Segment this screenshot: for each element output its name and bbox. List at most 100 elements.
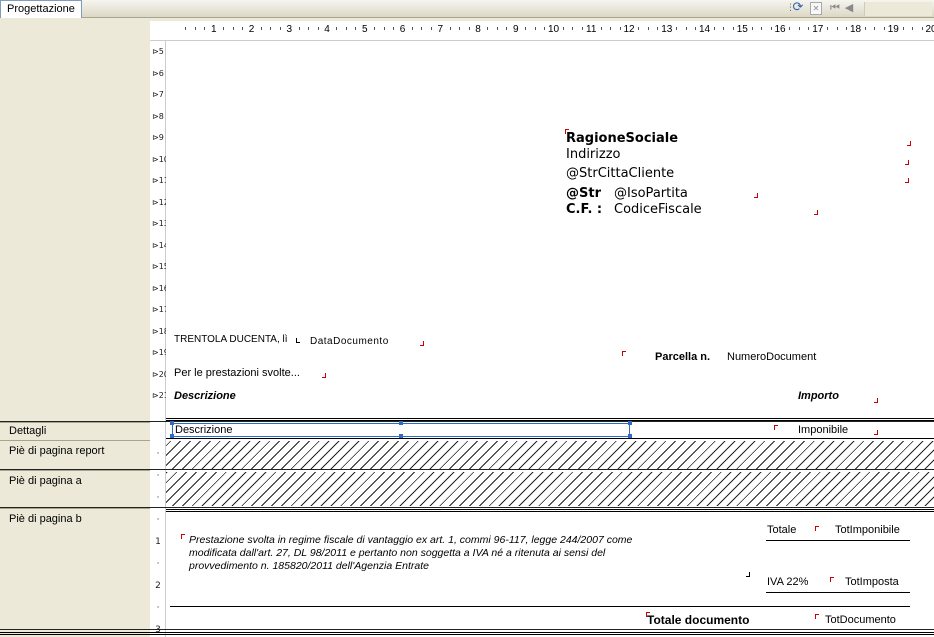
vruler-mark: · <box>156 559 160 569</box>
total-taxable-field[interactable]: TotImponibile <box>835 524 900 536</box>
vruler-mark: · <box>156 493 160 503</box>
ruler-tick <box>676 27 678 30</box>
band-separator <box>0 507 934 508</box>
total-label[interactable]: Totale <box>767 524 796 536</box>
vruler-mark: ⊳5 <box>152 47 164 56</box>
ruler-number: 14 <box>698 24 711 35</box>
vruler-mark: ⊳12 <box>152 197 169 207</box>
field-corner-marker <box>565 129 569 134</box>
field-corner-marker <box>420 341 424 346</box>
invoice-number-field[interactable]: NumeroDocument <box>727 351 816 363</box>
city-field[interactable]: @StrCittaCliente <box>566 166 674 181</box>
selection-handle[interactable] <box>170 421 174 425</box>
ruler-tick <box>496 27 498 30</box>
selection-handle[interactable] <box>399 421 403 425</box>
place-date-label[interactable]: TRENTOLA DUCENTA, lì <box>174 334 288 345</box>
ruler-tick <box>808 27 810 30</box>
description-column-header[interactable]: Descrizione <box>174 390 236 402</box>
vruler-mark: 2 <box>155 581 161 591</box>
vruler-mark: ⊳16 <box>152 283 169 293</box>
ruler-number: 13 <box>661 24 673 35</box>
document-total-label[interactable]: Totale documento <box>647 613 749 627</box>
vruler-mark: · <box>156 449 160 459</box>
field-corner-marker <box>322 373 326 378</box>
ruler-number: 3 <box>286 24 293 35</box>
ruler-number: 9 <box>512 24 519 35</box>
ruler-number: 18 <box>849 24 862 35</box>
field-corner-marker <box>815 614 819 619</box>
ruler-tick <box>713 27 715 30</box>
invoice-number-label[interactable]: Parcella n. <box>655 351 710 363</box>
vruler-mark: ⊳6 <box>152 68 164 78</box>
vruler-mark: ⊳13 <box>152 219 169 228</box>
vruler-mark: ⊳21 <box>152 391 169 400</box>
ruler-tick <box>647 27 649 30</box>
ruler-tick <box>789 27 791 30</box>
taxable-detail-field[interactable]: Imponibile <box>798 424 848 436</box>
field-corner-marker <box>754 193 758 198</box>
ruler-tick <box>610 27 612 30</box>
cf-field[interactable]: CodiceFiscale <box>614 202 702 217</box>
ruler-tick <box>421 27 423 30</box>
field-corner-marker <box>905 160 909 165</box>
ruler-tick <box>770 27 772 30</box>
ruler-tick <box>581 27 583 30</box>
vruler-mark: ⊳17 <box>152 305 169 314</box>
ruler-number: 17 <box>812 24 824 35</box>
ruler-tick <box>836 27 838 30</box>
section-divider <box>0 508 150 509</box>
vat-field[interactable]: @IsoPartita <box>614 186 688 201</box>
tax-regime-note-line1[interactable]: Prestazione svolta in regime fiscale di … <box>189 534 632 546</box>
ruler-tick <box>185 27 187 30</box>
section-footer-a-label[interactable]: Piè di pagina a <box>9 475 82 487</box>
vertical-ruler: ⊳5 ⊳6 ⊳7 ⊳8 ⊳9 ⊳10 ⊳11 ⊳12 ⊳13 ⊳14 ⊳15 ⊳16 ⊳17 ⊳18 ⊳19… <box>150 41 169 637</box>
ruler-tick <box>449 27 451 30</box>
company-name-field[interactable]: RagioneSociale <box>566 131 678 146</box>
selection-handle[interactable] <box>628 421 632 425</box>
close-document-icon[interactable]: ✕ <box>810 2 822 15</box>
ruler-tick <box>393 27 395 30</box>
ruler-tick <box>308 27 310 30</box>
address-field[interactable]: Indirizzo <box>566 147 621 162</box>
refresh-icon[interactable]: ⟳ <box>791 1 805 15</box>
ruler-tick <box>223 27 225 30</box>
vat-rate-label[interactable]: IVA 22% <box>767 576 808 588</box>
field-corner-marker <box>907 141 911 146</box>
toolbar-empty-area <box>864 2 932 16</box>
ruler-tick <box>827 27 829 30</box>
ruler-tick <box>685 27 687 30</box>
ruler-tick <box>194 27 196 30</box>
ruler-tick <box>751 27 753 30</box>
section-report-footer-label[interactable]: Piè di pagina report <box>9 445 104 457</box>
ruler-tick <box>534 27 536 30</box>
date-field[interactable]: DataDocumento <box>310 336 389 347</box>
tab-design[interactable]: Progettazione <box>0 0 82 18</box>
document-total-field[interactable]: TotDocumento <box>825 614 896 626</box>
ruler-tick <box>761 27 763 30</box>
ruler-tick <box>506 27 508 30</box>
ruler-number: 5 <box>361 24 368 35</box>
tax-regime-note-line2[interactable]: modificata dall'art. 27, DL 98/2011 e pe… <box>189 547 605 559</box>
vruler-mark: ⊳19 <box>152 348 169 357</box>
field-corner-marker <box>622 351 626 356</box>
tax-regime-note-line3[interactable]: provvedimento n. 185820/2011 dell'Agenzi… <box>189 560 429 572</box>
vat-underline <box>766 592 910 593</box>
ruler-tick <box>232 27 234 30</box>
amount-column-header[interactable]: Importo <box>798 390 839 402</box>
section-footer-b-label[interactable]: Piè di pagina b <box>9 513 82 525</box>
ruler-tick <box>921 27 923 30</box>
services-text[interactable]: Per le prestazioni svolte... <box>174 367 300 379</box>
cf-label[interactable]: C.F. : <box>566 202 602 217</box>
total-underline <box>766 540 910 541</box>
description-detail-field[interactable]: Descrizione <box>175 424 232 436</box>
field-corner-marker <box>181 534 185 539</box>
first-page-icon[interactable]: ⏮ <box>828 1 842 15</box>
total-vat-field[interactable]: TotImposta <box>845 576 899 588</box>
previous-page-icon[interactable]: ◀ <box>842 1 856 15</box>
ruler-number: 4 <box>324 24 330 35</box>
field-corner-marker <box>774 425 778 430</box>
section-details-label[interactable]: Dettagli <box>9 425 46 437</box>
ruler-tick <box>864 27 866 30</box>
vat-label[interactable]: @Str <box>566 186 601 201</box>
ruler-number: 1 <box>210 24 217 35</box>
